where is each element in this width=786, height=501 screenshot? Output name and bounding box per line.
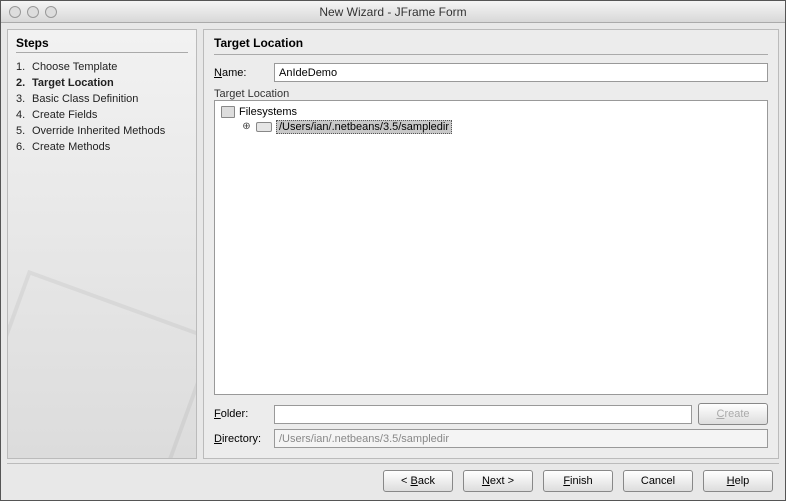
window-title: New Wizard - JFrame Form — [1, 5, 785, 19]
target-location-label: Target Location — [214, 88, 768, 100]
tree-node-label: /Users/ian/.netbeans/3.5/sampledir — [276, 120, 452, 134]
zoom-icon[interactable] — [45, 6, 57, 18]
step-item: 3.Basic Class Definition — [16, 91, 188, 107]
step-item-current: 2.Target Location — [16, 75, 188, 91]
folder-label: Folder: — [214, 408, 268, 420]
window-body: Steps 1.Choose Template 2.Target Locatio… — [1, 23, 785, 500]
tree-root-label: Filesystems — [239, 106, 297, 118]
filesystems-icon — [221, 106, 235, 118]
steps-list: 1.Choose Template 2.Target Location 3.Ba… — [16, 59, 188, 155]
directory-label: Directory: — [214, 433, 268, 445]
back-button[interactable]: < Back — [383, 470, 453, 492]
expand-toggle-icon[interactable]: ⊕ — [241, 122, 252, 133]
bottom-rows: Folder: Create Directory: — [214, 403, 768, 452]
name-row: Name: — [214, 63, 768, 82]
step-item: 5.Override Inherited Methods — [16, 123, 188, 139]
name-label: Name: — [214, 67, 268, 79]
create-button: Create — [698, 403, 768, 425]
drive-icon — [256, 122, 272, 132]
help-button[interactable]: Help — [703, 470, 773, 492]
step-item: 1.Choose Template — [16, 59, 188, 75]
wizard-window: New Wizard - JFrame Form Steps 1.Choose … — [0, 0, 786, 501]
close-icon[interactable] — [9, 6, 21, 18]
filesystem-tree[interactable]: Filesystems ⊕ /Users/ian/.netbeans/3.5/s… — [214, 100, 768, 395]
divider — [214, 54, 768, 55]
name-input[interactable] — [274, 63, 768, 82]
main-row: Steps 1.Choose Template 2.Target Locatio… — [7, 29, 779, 459]
titlebar[interactable]: New Wizard - JFrame Form — [1, 1, 785, 23]
step-item: 4.Create Fields — [16, 107, 188, 123]
cancel-button[interactable]: Cancel — [623, 470, 693, 492]
next-button[interactable]: Next > — [463, 470, 533, 492]
divider — [16, 52, 188, 53]
directory-row: Directory: — [214, 429, 768, 448]
content-heading: Target Location — [214, 36, 768, 50]
window-controls — [1, 6, 57, 18]
minimize-icon[interactable] — [27, 6, 39, 18]
directory-input — [274, 429, 768, 448]
folder-input[interactable] — [274, 405, 692, 424]
finish-button[interactable]: Finish — [543, 470, 613, 492]
decorative-shape — [7, 270, 197, 459]
tree-root[interactable]: Filesystems — [219, 105, 763, 119]
content-panel: Target Location Name: Target Location Fi… — [203, 29, 779, 459]
step-item: 6.Create Methods — [16, 139, 188, 155]
steps-panel: Steps 1.Choose Template 2.Target Locatio… — [7, 29, 197, 459]
wizard-button-row: < Back Next > Finish Cancel Help — [7, 463, 779, 494]
folder-row: Folder: Create — [214, 403, 768, 425]
steps-heading: Steps — [16, 36, 188, 50]
tree-node-selected[interactable]: ⊕ /Users/ian/.netbeans/3.5/sampledir — [219, 119, 763, 135]
